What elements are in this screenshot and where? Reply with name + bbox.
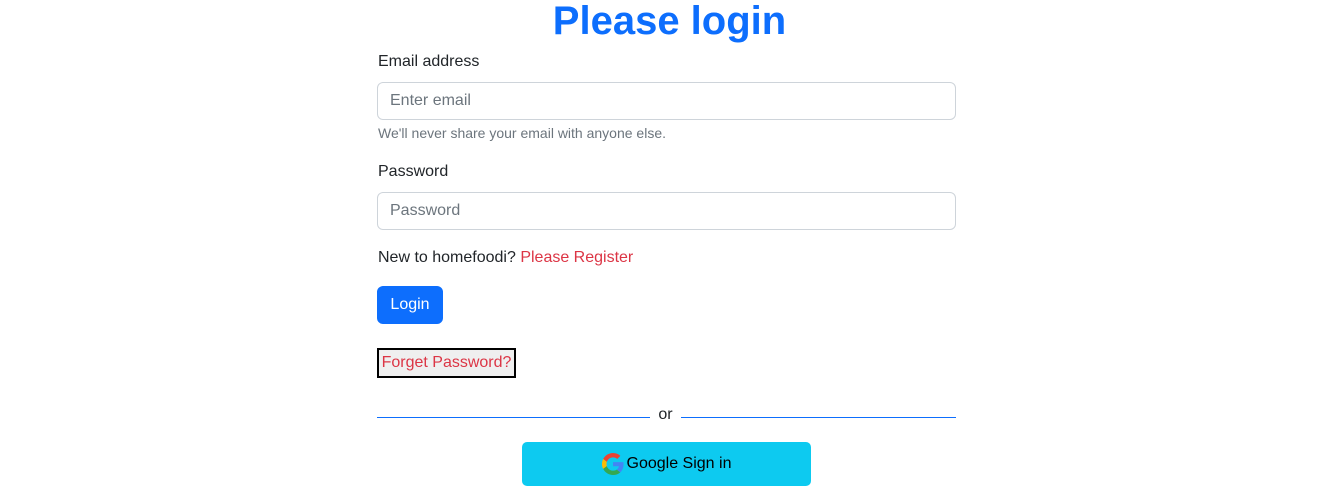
password-label: Password — [378, 163, 449, 180]
register-prompt-text: New to homefoodi? — [378, 249, 521, 266]
login-form: Email address We'll never share your ema… — [377, 0, 956, 502]
google-sign-in-button[interactable]: Google Sign in — [522, 442, 811, 486]
divider-left — [377, 417, 650, 418]
email-label: Email address — [378, 53, 480, 70]
google-sign-in-label: Google Sign in — [626, 455, 732, 472]
google-icon — [601, 453, 624, 475]
divider-text: or — [658, 406, 673, 423]
password-input[interactable] — [377, 192, 956, 230]
divider-right — [681, 417, 956, 418]
email-help-text: We'll never share your email with anyone… — [378, 125, 666, 141]
register-link[interactable]: Please Register — [520, 249, 633, 266]
forget-password-button[interactable]: Forget Password? — [377, 348, 516, 378]
email-input[interactable] — [377, 82, 956, 120]
register-prompt: New to homefoodi? Please Register — [378, 248, 633, 268]
login-button[interactable]: Login — [377, 286, 443, 324]
